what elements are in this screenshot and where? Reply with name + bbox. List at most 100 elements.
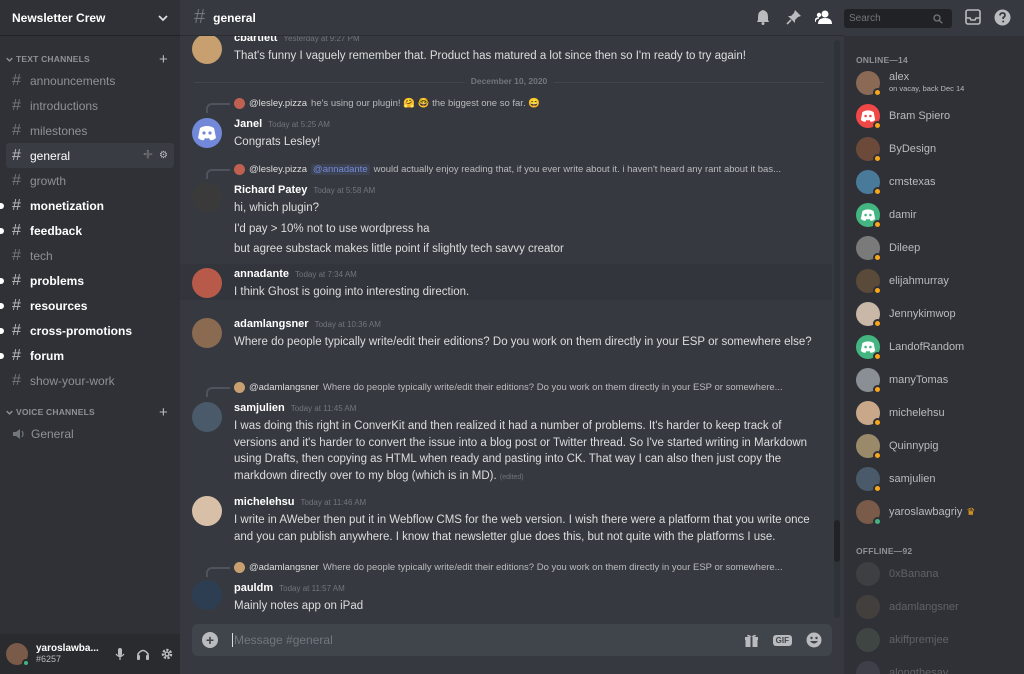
channel-item[interactable]: # introductions [6,93,174,118]
channel-item[interactable]: # cross-promotions [0,318,174,343]
author-name[interactable]: adamlangsner [234,318,309,330]
message-author[interactable]: pauldm Today at 11:57 AM [234,582,345,594]
add-channel-icon[interactable]: + [159,405,168,420]
avatar[interactable] [192,118,222,148]
author-name[interactable]: Richard Patey [234,184,307,196]
gear-icon[interactable]: ⚙ [159,150,168,161]
member-item[interactable]: adamlangsner [856,593,1016,621]
avatar[interactable] [192,268,222,298]
message-author[interactable]: Janel Today at 5:25 AM [234,118,330,130]
member-item[interactable]: samjulien [856,465,1016,493]
channel-item[interactable]: # monetization [0,193,174,218]
unread-indicator [0,203,4,209]
member-item[interactable]: damir [856,201,1016,229]
voice-channel-general[interactable]: General [6,421,174,446]
help-icon[interactable] [994,9,1011,26]
channel-item[interactable]: # forum [0,343,174,368]
channel-item[interactable]: # resources [0,293,174,318]
member-item[interactable]: LandofRandom [856,333,1016,361]
bell-icon[interactable] [756,9,770,25]
reply-author: @adamlangsner [249,382,319,393]
message-author[interactable]: cbartlett Yesterday at 9:27 PM [234,36,360,44]
author-name[interactable]: samjulien [234,402,285,414]
gear-icon[interactable] [160,647,174,661]
member-item[interactable]: yaroslawbagriy ♛ [856,498,1016,526]
avatar [856,500,882,526]
author-name[interactable]: annadante [234,268,289,280]
avatar[interactable] [192,182,222,212]
gif-icon[interactable]: GIF [772,634,792,646]
server-header[interactable]: Newsletter Crew [0,0,180,36]
reply-preview[interactable]: @adamlangsner Where do people typically w… [206,382,783,397]
reply-preview[interactable]: @lesley.pizza @annadante would actually en… [206,164,781,179]
member-item[interactable]: cmstexas [856,168,1016,196]
channel-item[interactable]: # problems [0,268,174,293]
reply-preview[interactable]: @adamlangsner Where do people typically w… [206,562,783,577]
channel-item[interactable]: # general ➕ ⚙ [6,143,174,168]
channel-item[interactable]: # show-your-work [6,368,174,393]
member-item[interactable]: ByDesign [856,135,1016,163]
scrollbar-thumb[interactable] [834,520,840,562]
member-item[interactable]: Jennykimwop [856,300,1016,328]
avatar[interactable] [192,402,222,432]
search-input[interactable] [849,13,933,24]
reply-text: Where do people typically write/edit the… [322,382,783,393]
avatar[interactable] [192,580,222,610]
microphone-icon[interactable] [114,647,126,661]
message-input[interactable] [234,633,714,647]
channel-item[interactable]: # feedback [0,218,174,243]
message-author[interactable]: annadante Today at 7:34 AM [234,268,357,280]
avatar[interactable] [192,318,222,348]
avatar[interactable] [6,643,30,667]
member-item[interactable]: alongthesay [856,659,1016,674]
channel-item[interactable]: # growth [6,168,174,193]
emoji-icon[interactable] [806,632,822,648]
add-attachment-icon[interactable]: + [202,632,218,648]
search-box[interactable] [844,9,952,28]
member-item[interactable]: akiffpremjee [856,626,1016,654]
message-author[interactable]: adamlangsner Today at 10:36 AM [234,318,381,330]
author-name[interactable]: pauldm [234,582,273,594]
member-name: damir [889,209,917,221]
member-item[interactable]: elijahmurray [856,267,1016,295]
member-item[interactable]: manyTomas [856,366,1016,394]
member-item[interactable]: michelehsu [856,399,1016,427]
author-name[interactable]: cbartlett [234,36,277,44]
channel-item[interactable]: # milestones [6,118,174,143]
member-item[interactable]: Bram Spiero [856,102,1016,130]
member-item[interactable]: alex on vacay, back Dec 14 [856,69,1016,97]
category-label: TEXT CHANNELS [16,54,90,64]
member-item[interactable]: 0xBanana [856,560,1016,588]
text-channels-category[interactable]: TEXT CHANNELS + [0,50,180,68]
reply-preview[interactable]: @lesley.pizza he's using our plugin! 🤗 🤓 … [206,98,540,113]
avatar[interactable] [192,496,222,526]
voice-channels-category[interactable]: VOICE CHANNELS + [0,403,180,421]
member-item[interactable]: Dileep [856,234,1016,262]
members-icon[interactable] [815,9,833,25]
message-line: Congrats Lesley! [234,136,321,148]
gift-icon[interactable] [744,633,759,648]
mention[interactable]: @annadante [311,164,370,175]
chevron-down-icon [158,14,168,21]
scrollbar[interactable] [834,40,840,618]
message-author[interactable]: michelehsu Today at 11:46 AM [234,496,366,508]
channel-item[interactable]: # announcements [6,68,174,93]
member-item[interactable]: Quinnypig [856,432,1016,460]
add-channel-icon[interactable]: + [159,52,168,67]
channel-sidebar: Newsletter Crew TEXT CHANNELS + # announc… [0,0,180,674]
avatar[interactable] [192,36,222,64]
channel-item[interactable]: # tech [6,243,174,268]
headphones-icon[interactable] [136,647,150,661]
pin-icon[interactable] [786,9,802,25]
invite-icon[interactable]: ➕ [143,150,153,161]
message-author[interactable]: samjulien Today at 11:45 AM [234,402,356,414]
author-name[interactable]: michelehsu [234,496,295,508]
message-text: That's funny I vaguely remember that. Pr… [234,48,824,65]
inbox-icon[interactable] [965,9,981,25]
avatar [856,302,882,328]
hash-icon: # [12,121,21,139]
member-name-block: elijahmurray [889,275,949,287]
message-list[interactable]: December 10, 2020 cbartlett Yesterday at … [180,36,844,616]
message-author[interactable]: Richard Patey Today at 5:58 AM [234,184,375,196]
author-name[interactable]: Janel [234,118,262,130]
